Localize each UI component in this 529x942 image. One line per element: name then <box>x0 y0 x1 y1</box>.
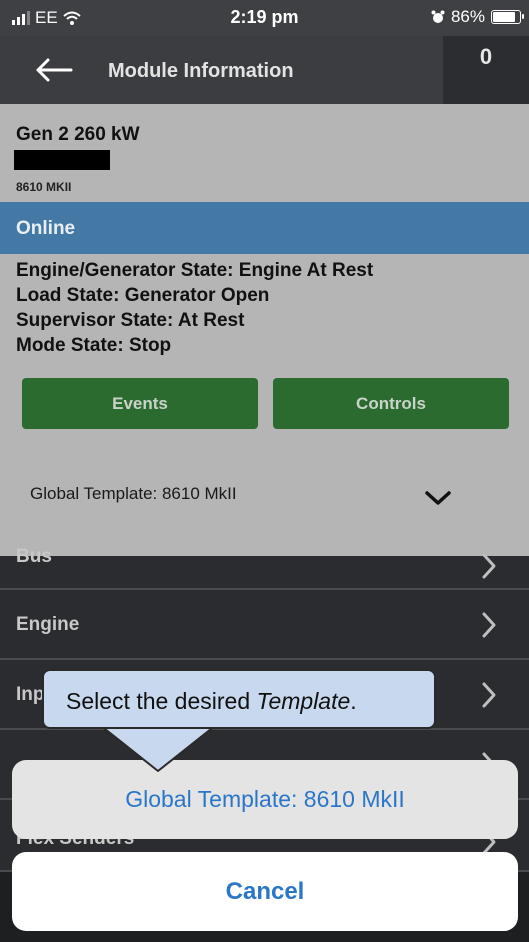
supervisor-state: Supervisor State: At Rest <box>16 310 245 331</box>
module-model: 8610 MKII <box>16 180 72 194</box>
tooltip-tail <box>99 725 217 772</box>
action-sheet-cancel-button[interactable]: Cancel <box>12 852 518 931</box>
back-arrow-icon[interactable] <box>34 56 74 84</box>
module-panel: Gen 2 260 kW 8610 MKII Online Engine/Gen… <box>0 104 529 556</box>
battery-icon <box>491 10 524 24</box>
events-button[interactable]: Events <box>22 378 258 429</box>
status-bar-right: 86% <box>431 7 524 27</box>
list-item-engine[interactable]: Engine <box>0 590 529 660</box>
tooltip-text-emphasis: Template <box>256 688 351 714</box>
tooltip-text-prefix: Select the desired <box>66 688 257 714</box>
chevron-down-icon[interactable] <box>424 488 452 508</box>
redacted-field <box>14 150 110 170</box>
chevron-right-icon <box>482 682 496 708</box>
page-title: Module Information <box>108 60 294 82</box>
instruction-tooltip: Select the desired Template. <box>42 669 436 729</box>
alarm-icon <box>431 10 445 23</box>
chevron-right-icon <box>482 612 496 638</box>
battery-percent: 86% <box>450 7 485 26</box>
controls-button[interactable]: Controls <box>273 378 509 429</box>
status-bar: EE 2:19 pm 86% <box>0 0 529 36</box>
template-selector-label[interactable]: Global Template: 8610 MkII <box>30 484 237 504</box>
module-states: Engine/Generator State: Engine At Rest L… <box>16 258 373 358</box>
app-header: Module Information <box>0 36 443 104</box>
load-state: Load State: Generator Open <box>16 285 270 306</box>
action-sheet-template-option[interactable]: Global Template: 8610 MkII <box>12 760 518 839</box>
tooltip-text-suffix: . <box>350 688 357 714</box>
list-item-label: Inp <box>16 684 45 705</box>
list-item-label: Bus <box>16 546 52 567</box>
chevron-right-icon <box>482 553 496 579</box>
connection-status-bar: Online <box>0 202 529 254</box>
tooltip-text: Select the desired Template. <box>66 688 357 715</box>
list-item-bus[interactable]: Bus <box>0 546 529 590</box>
notification-counter[interactable]: 0 <box>443 36 529 104</box>
module-name: Gen 2 260 kW <box>16 124 140 145</box>
mode-state: Mode State: Stop <box>16 335 172 356</box>
list-item-label: Engine <box>16 614 80 635</box>
engine-generator-state: Engine/Generator State: Engine At Rest <box>16 260 374 281</box>
connection-status: Online <box>16 218 76 239</box>
